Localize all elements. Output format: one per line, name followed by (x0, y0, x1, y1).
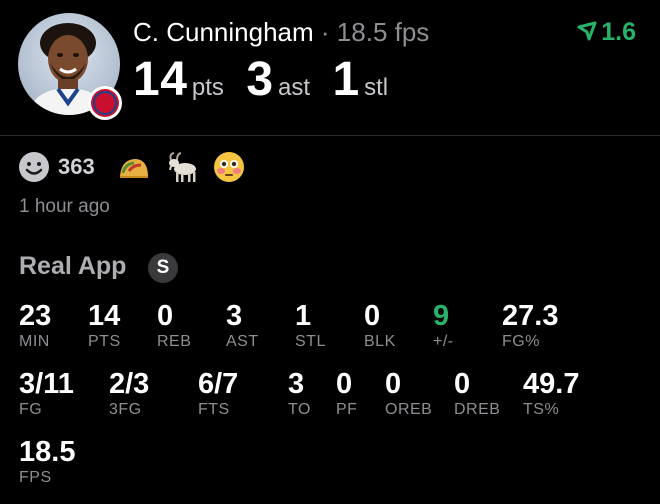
team-logo-icon (87, 85, 123, 121)
stat-value: 14 (88, 300, 121, 332)
stat-label: 3FG (109, 401, 142, 418)
player-title: C. Cunningham · 18.5 fps (133, 16, 429, 48)
fps-value: 18.5 fps (336, 17, 430, 47)
trend-up-icon (577, 21, 597, 41)
points-value: 14 (133, 53, 188, 106)
reaction-count: 363 (58, 154, 95, 179)
stat-label: FG (19, 401, 43, 418)
stat-value: 9 (433, 300, 450, 332)
stat-label: TO (288, 401, 311, 418)
stat-value: 1 (295, 300, 312, 332)
stat-fg-pct: 27.3 FG% (502, 300, 558, 352)
divider (0, 135, 660, 136)
player-name[interactable]: C. Cunningham (133, 17, 314, 47)
stat-value: 0 (364, 300, 381, 332)
change-value: 1.6 (601, 18, 636, 46)
stat-value: 23 (19, 300, 52, 332)
stat-label: STL (295, 333, 326, 350)
stat-plus-minus: 9 +/- (433, 300, 454, 352)
stat-value: 0 (336, 368, 353, 400)
stat-fps: 18.5 FPS (19, 436, 75, 488)
stat-ast: 3 AST (226, 300, 259, 352)
headline-stats: 14 pts 3 ast 1 stl (133, 52, 406, 119)
stat-label: BLK (364, 333, 396, 350)
steals-value: 1 (332, 53, 360, 106)
stat-value: 18.5 (19, 436, 76, 468)
stat-fg: 3/11 FG (19, 368, 74, 420)
stat-label: PF (336, 401, 358, 418)
stat-value: 27.3 (502, 300, 559, 332)
stat-label: FG% (502, 333, 540, 350)
stat-value: 0 (454, 368, 471, 400)
stat-label: REB (157, 333, 192, 350)
stat-label: FTS (198, 401, 230, 418)
steals-unit: stl (364, 74, 389, 101)
stat-value: 3 (226, 300, 243, 332)
stat-stl: 1 STL (295, 300, 326, 352)
stat-value: 0 (385, 368, 402, 400)
stat-value: 6/7 (198, 368, 239, 400)
stat-label: DREB (454, 401, 501, 418)
goat-icon[interactable] (165, 150, 199, 184)
stat-to: 3 TO (288, 368, 311, 420)
stat-value: 2/3 (109, 368, 150, 400)
stat-oreb: 0 OREB (385, 368, 432, 420)
assists-value: 3 (246, 53, 274, 106)
stat-pf: 0 PF (336, 368, 357, 420)
stat-label: AST (226, 333, 259, 350)
reactions-bar: 363 (18, 148, 245, 186)
stat-value: 3/11 (19, 368, 74, 400)
smile-face-icon[interactable] (18, 151, 50, 183)
stat-label: OREB (385, 401, 433, 418)
stat-label: FPS (19, 469, 52, 486)
stat-ts-pct: 49.7 TS% (523, 368, 579, 420)
stat-dreb: 0 DREB (454, 368, 500, 420)
stat-value: 49.7 (523, 368, 580, 400)
flushed-face-icon[interactable] (213, 151, 245, 183)
taco-icon[interactable] (117, 151, 151, 183)
post-timestamp: 1 hour ago (19, 196, 110, 217)
stat-min: 23 MIN (19, 300, 51, 352)
stat-label: TS% (523, 401, 560, 418)
section-title: Real App (19, 252, 127, 280)
stat-value: 3 (288, 368, 305, 400)
price-change: 1.6 (577, 18, 636, 47)
stat-value: 0 (157, 300, 174, 332)
stat-blk: 0 BLK (364, 300, 396, 352)
stat-label: PTS (88, 333, 121, 350)
stat-label: +/- (433, 333, 454, 350)
points-unit: pts (191, 74, 224, 101)
stat-reb: 0 REB (157, 300, 191, 352)
stat-fts: 6/7 FTS (198, 368, 238, 420)
app-badge[interactable]: S (148, 253, 178, 283)
assists-unit: ast (277, 74, 310, 101)
stat-label: MIN (19, 333, 50, 350)
stat-pts: 14 PTS (88, 300, 121, 352)
stat-3fg: 2/3 3FG (109, 368, 149, 420)
separator: · (320, 17, 330, 47)
